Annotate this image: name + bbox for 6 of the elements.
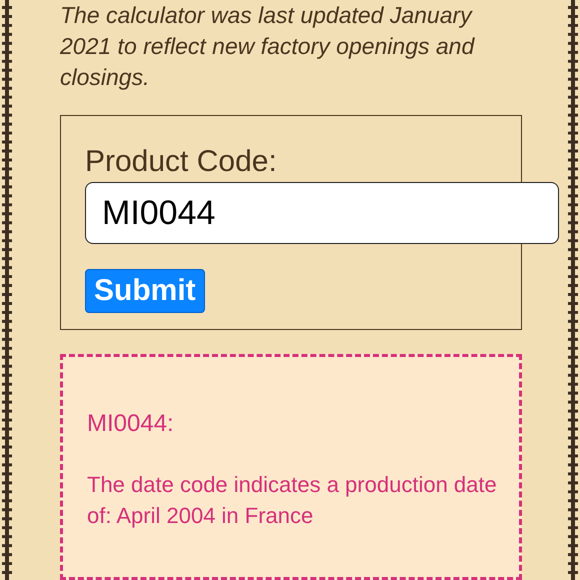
submit-button[interactable]: Submit: [85, 269, 205, 313]
intro-text: The calculator was last updated January 2021 to reflect new factory openings and closings.: [60, 1, 476, 92]
product-code-field[interactable]: MI0044: [85, 182, 559, 244]
field-label: Product Code:: [85, 144, 278, 180]
result-title: MI0044:: [87, 408, 175, 439]
result-text: The date code indicates a production date of: April 2004 in France: [87, 470, 498, 530]
